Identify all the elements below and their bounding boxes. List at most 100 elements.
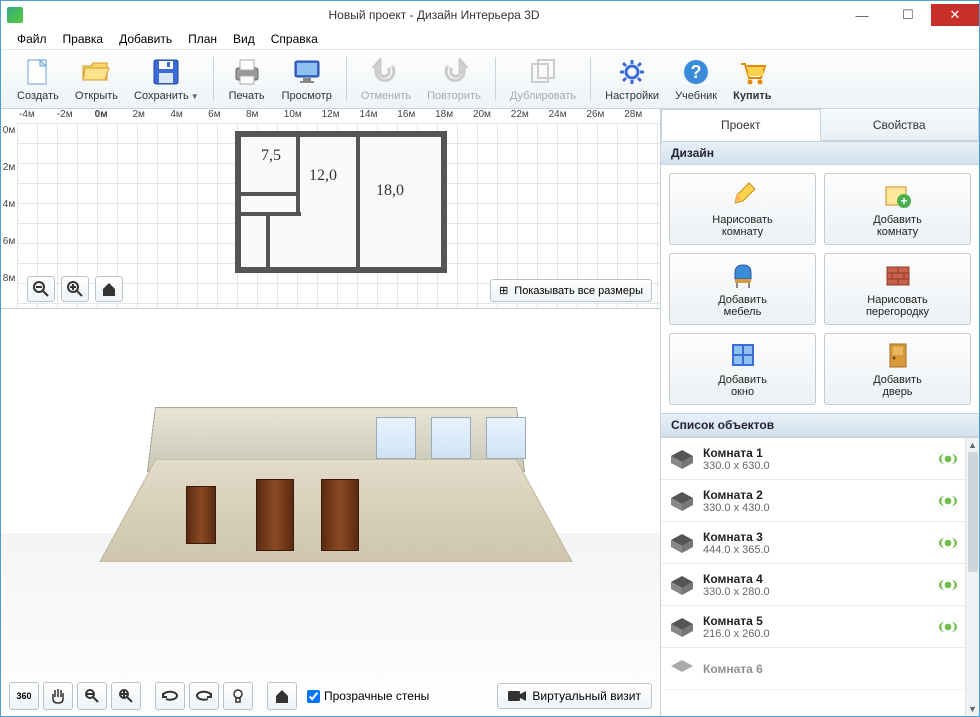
- gear-icon: [616, 56, 648, 88]
- menu-add[interactable]: Добавить: [113, 31, 178, 47]
- redo-icon: [438, 56, 470, 88]
- save-icon: [150, 56, 182, 88]
- brick-wall-icon: [883, 260, 913, 290]
- plan-view-3d[interactable]: 360 Прозрачные стены Виртуальный визит: [1, 309, 660, 716]
- separator: [495, 57, 496, 101]
- list-item[interactable]: Комната 1330.0 x 630.0: [661, 438, 965, 480]
- undo-icon: [370, 56, 402, 88]
- buy-button[interactable]: Купить: [725, 54, 779, 104]
- close-button[interactable]: ✕: [931, 4, 979, 26]
- create-button[interactable]: Создать: [9, 54, 67, 104]
- design-buttons: Нарисоватькомнату + Добавитькомнату Доба…: [661, 165, 979, 413]
- list-item[interactable]: Комната 5216.0 x 260.0: [661, 606, 965, 648]
- lighting-button[interactable]: [223, 682, 253, 710]
- 3d-model[interactable]: [131, 409, 541, 599]
- redo-button[interactable]: Повторить: [419, 54, 489, 104]
- zoom-in-button[interactable]: [61, 276, 89, 302]
- room-icon: [669, 490, 695, 512]
- zoom-out-3d-button[interactable]: [77, 682, 107, 710]
- menu-view[interactable]: Вид: [227, 31, 261, 47]
- tab-properties[interactable]: Свойства: [821, 109, 980, 140]
- cart-icon: [736, 56, 768, 88]
- camera-icon: [508, 690, 526, 702]
- svg-text:+: +: [900, 194, 907, 208]
- separator: [346, 57, 347, 101]
- rotate-left-button[interactable]: [155, 682, 185, 710]
- list-item[interactable]: Комната 6: [661, 648, 965, 690]
- window-icon: [728, 340, 758, 370]
- show-all-sizes-button[interactable]: ⊞ Показывать все размеры: [490, 279, 652, 302]
- zoom-controls-2d: [27, 276, 123, 302]
- room-icon: [669, 448, 695, 470]
- add-window-button[interactable]: Добавитьокно: [669, 333, 816, 405]
- scroll-down-button[interactable]: ▼: [966, 702, 979, 716]
- door-icon: [883, 340, 913, 370]
- minimize-button[interactable]: —: [839, 4, 885, 26]
- rotate-360-button[interactable]: 360: [9, 682, 39, 710]
- menu-file[interactable]: Файл: [11, 31, 53, 47]
- draw-partition-button[interactable]: Нарисоватьперегородку: [824, 253, 971, 325]
- visibility-toggle[interactable]: [939, 495, 957, 507]
- list-item[interactable]: Комната 4330.0 x 280.0: [661, 564, 965, 606]
- maximize-button[interactable]: ☐: [885, 4, 931, 26]
- settings-button[interactable]: Настройки: [597, 54, 667, 104]
- new-file-icon: [22, 56, 54, 88]
- scroll-up-button[interactable]: ▲: [966, 438, 979, 452]
- titlebar: Новый проект - Дизайн Интерьера 3D — ☐ ✕: [1, 1, 979, 29]
- scroll-thumb[interactable]: [968, 452, 978, 572]
- save-button[interactable]: Сохранить▼: [126, 54, 207, 104]
- tabs: Проект Свойства: [661, 109, 979, 141]
- rotate-right-button[interactable]: [189, 682, 219, 710]
- floorplan[interactable]: 7,5 12,0 18,0: [241, 137, 441, 267]
- zoom-out-button[interactable]: [27, 276, 55, 302]
- print-button[interactable]: Печать: [220, 54, 274, 104]
- app-icon: [7, 7, 23, 23]
- dimensions-icon: ⊞: [499, 284, 508, 297]
- menu-help[interactable]: Справка: [265, 31, 324, 47]
- visibility-toggle[interactable]: [939, 453, 957, 465]
- transparent-walls-checkbox[interactable]: Прозрачные стены: [301, 689, 435, 703]
- preview-button[interactable]: Просмотр: [274, 54, 340, 104]
- draw-room-button[interactable]: Нарисоватькомнату: [669, 173, 816, 245]
- room-icon: [669, 658, 695, 680]
- menubar: Файл Правка Добавить План Вид Справка: [1, 29, 979, 49]
- menu-edit[interactable]: Правка: [57, 31, 110, 47]
- separator: [590, 57, 591, 101]
- tab-project[interactable]: Проект: [661, 109, 821, 141]
- window-title: Новый проект - Дизайн Интерьера 3D: [29, 8, 839, 22]
- list-item[interactable]: Комната 2330.0 x 430.0: [661, 480, 965, 522]
- undo-button[interactable]: Отменить: [353, 54, 419, 104]
- room-icon: [669, 574, 695, 596]
- help-button[interactable]: ? Учебник: [667, 54, 725, 104]
- chair-icon: [728, 260, 758, 290]
- view3d-toolbar: 360 Прозрачные стены Виртуальный визит: [9, 682, 652, 710]
- home-3d-button[interactable]: [267, 682, 297, 710]
- section-objects: Список объектов: [661, 413, 979, 437]
- visibility-toggle[interactable]: [939, 537, 957, 549]
- section-design: Дизайн: [661, 141, 979, 165]
- visibility-toggle[interactable]: [939, 621, 957, 633]
- add-furniture-button[interactable]: Добавитьмебель: [669, 253, 816, 325]
- scrollbar[interactable]: ▲ ▼: [965, 438, 979, 716]
- vertical-ruler: 0м2м4м6м8м: [1, 123, 17, 308]
- room-label: 18,0: [376, 182, 404, 200]
- zoom-in-3d-button[interactable]: [111, 682, 141, 710]
- visibility-toggle[interactable]: [939, 579, 957, 591]
- add-room-button[interactable]: + Добавитькомнату: [824, 173, 971, 245]
- help-icon: ?: [680, 56, 712, 88]
- list-item[interactable]: Комната 3444.0 x 365.0: [661, 522, 965, 564]
- pan-button[interactable]: [43, 682, 73, 710]
- horizontal-ruler: -4м-2м0м2м4м6м8м10м12м14м16м18м20м22м24м…: [17, 109, 660, 123]
- add-door-button[interactable]: Добавитьдверь: [824, 333, 971, 405]
- virtual-visit-button[interactable]: Виртуальный визит: [497, 683, 652, 709]
- monitor-icon: [291, 56, 323, 88]
- home-button[interactable]: [95, 276, 123, 302]
- duplicate-button[interactable]: Дублировать: [502, 54, 584, 104]
- svg-text:?: ?: [691, 62, 702, 82]
- room-icon: [669, 532, 695, 554]
- menu-plan[interactable]: План: [182, 31, 223, 47]
- open-button[interactable]: Открыть: [67, 54, 126, 104]
- add-room-icon: +: [883, 180, 913, 210]
- plan-view-2d[interactable]: -4м-2м0м2м4м6м8м10м12м14м16м18м20м22м24м…: [1, 109, 660, 309]
- room-label: 12,0: [309, 167, 337, 185]
